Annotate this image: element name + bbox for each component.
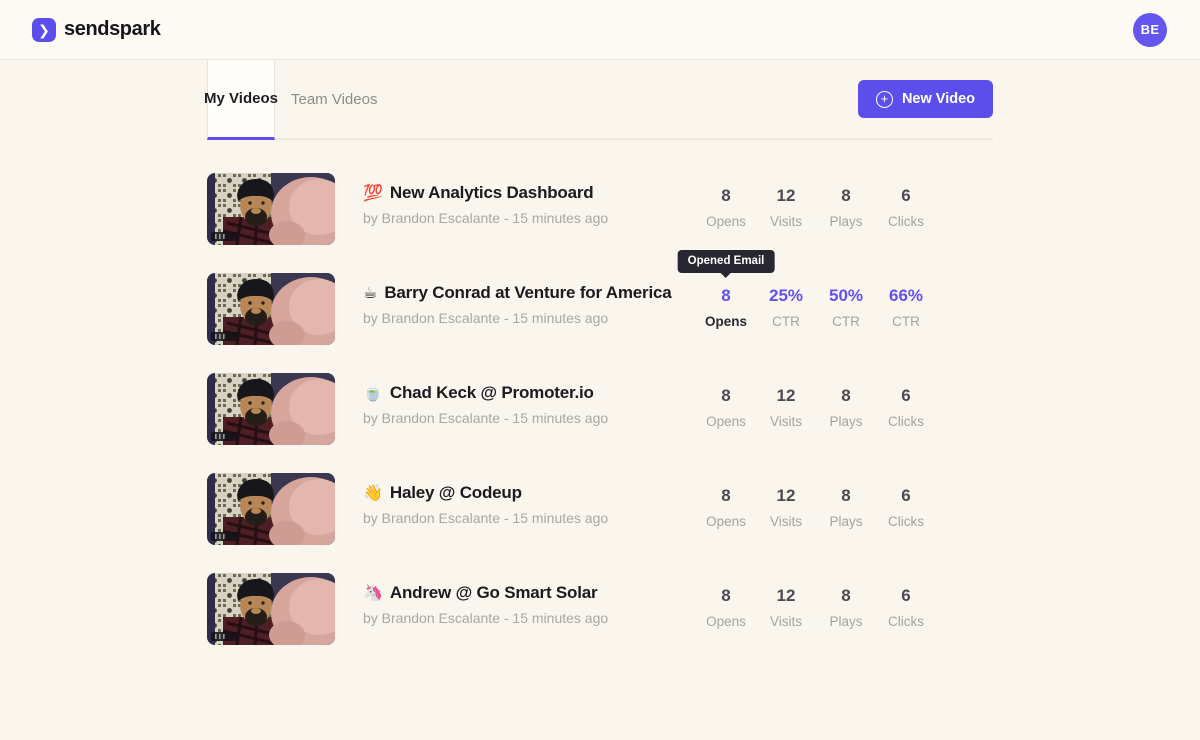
stat-plays[interactable]: 8Plays [816, 373, 876, 445]
stat-opens[interactable]: 8Opens [696, 573, 756, 645]
stat-plays[interactable]: 8Plays [816, 573, 876, 645]
tab-team-videos[interactable]: Team Videos [275, 60, 393, 138]
tab-my-videos[interactable]: My Videos [207, 60, 275, 140]
video-info: 👋 Haley @ Codeup by Brandon Escalante - … [335, 473, 696, 545]
video-stats: 8Opens 12Visits 8Plays 6Clicks [696, 173, 936, 245]
video-thumbnail[interactable] [207, 473, 335, 545]
stat-play-ctr[interactable]: 50%CTR [816, 273, 876, 345]
stat-opens[interactable]: 8Opens [696, 473, 756, 545]
video-info: ☕ Barry Conrad at Venture for America by… [335, 273, 696, 345]
stat-plays[interactable]: 8Plays [816, 473, 876, 545]
video-list: 💯 New Analytics Dashboard by Brandon Esc… [207, 173, 993, 673]
video-info: 🦄 Andrew @ Go Smart Solar by Brandon Esc… [335, 573, 696, 645]
stat-plays[interactable]: 8Plays [816, 173, 876, 245]
video-row[interactable]: 🦄 Andrew @ Go Smart Solar by Brandon Esc… [207, 573, 993, 645]
sendspark-app: ❯ sendspark BE My Videos Team Videos + N… [0, 0, 1200, 740]
video-stats: 8Opens 12Visits 8Plays 6Clicks [696, 573, 936, 645]
plus-circle-icon: + [876, 91, 893, 108]
video-thumbnail[interactable] [207, 273, 335, 345]
new-video-label: New Video [902, 91, 975, 107]
stat-clicks[interactable]: 6Clicks [876, 573, 936, 645]
video-title[interactable]: New Analytics Dashboard [390, 183, 594, 203]
video-emoji: ☕ [363, 283, 377, 303]
user-avatar[interactable]: BE [1133, 13, 1167, 47]
video-title[interactable]: Chad Keck @ Promoter.io [390, 383, 594, 403]
opened-email-tooltip: Opened Email [678, 250, 775, 273]
stat-clicks[interactable]: 6Clicks [876, 373, 936, 445]
video-byline: by Brandon Escalante - 15 minutes ago [363, 510, 696, 526]
stat-visit-ctr[interactable]: 25%CTR [756, 273, 816, 345]
video-row[interactable]: 💯 New Analytics Dashboard by Brandon Esc… [207, 173, 993, 245]
stat-clicks[interactable]: 6Clicks [876, 473, 936, 545]
video-row[interactable]: 🍵 Chad Keck @ Promoter.io by Brandon Esc… [207, 373, 993, 445]
stat-visits[interactable]: 12Visits [756, 473, 816, 545]
stat-opens[interactable]: 8Opens [696, 173, 756, 245]
video-thumbnail[interactable] [207, 373, 335, 445]
top-header: ❯ sendspark BE [0, 0, 1200, 60]
video-title[interactable]: Andrew @ Go Smart Solar [390, 583, 598, 603]
video-stats: 8Opens 12Visits 8Plays 6Clicks [696, 373, 936, 445]
video-emoji: 💯 [363, 183, 383, 203]
video-thumbnail[interactable] [207, 573, 335, 645]
video-info: 🍵 Chad Keck @ Promoter.io by Brandon Esc… [335, 373, 696, 445]
brand-wordmark: sendspark [64, 18, 160, 41]
stat-visits[interactable]: 12Visits [756, 173, 816, 245]
video-row[interactable]: ☕ Barry Conrad at Venture for America by… [207, 273, 993, 345]
webcam-video-frame [207, 173, 335, 245]
video-tabbar: My Videos Team Videos + New Video [207, 60, 993, 140]
webcam-video-frame [207, 273, 335, 345]
video-stats: 8Opens 12Visits 8Plays 6Clicks [696, 473, 936, 545]
webcam-video-frame [207, 473, 335, 545]
new-video-button[interactable]: + New Video [858, 80, 993, 118]
video-byline: by Brandon Escalante - 15 minutes ago [363, 610, 696, 626]
video-byline: by Brandon Escalante - 15 minutes ago [363, 310, 696, 326]
webcam-video-frame [207, 573, 335, 645]
stat-visits[interactable]: 12Visits [756, 573, 816, 645]
stat-clicks[interactable]: 6Clicks [876, 173, 936, 245]
stat-click-ctr[interactable]: 66%CTR [876, 273, 936, 345]
video-byline: by Brandon Escalante - 15 minutes ago [363, 410, 696, 426]
stat-opens[interactable]: 8Opens [696, 273, 756, 345]
video-info: 💯 New Analytics Dashboard by Brandon Esc… [335, 173, 696, 245]
stat-opens[interactable]: 8Opens [696, 373, 756, 445]
video-stats: Opened Email 8Opens 25%CTR 50%CTR 66%CTR [696, 273, 936, 345]
video-emoji: 👋 [363, 483, 383, 503]
sendspark-logo-icon: ❯ [32, 18, 56, 42]
video-row[interactable]: 👋 Haley @ Codeup by Brandon Escalante - … [207, 473, 993, 545]
webcam-video-frame [207, 373, 335, 445]
video-title[interactable]: Haley @ Codeup [390, 483, 522, 503]
video-emoji: 🍵 [363, 383, 383, 403]
video-title[interactable]: Barry Conrad at Venture for America [384, 283, 671, 303]
video-thumbnail[interactable] [207, 173, 335, 245]
video-emoji: 🦄 [363, 583, 383, 603]
sendspark-logo[interactable]: ❯ sendspark [32, 18, 160, 42]
stat-visits[interactable]: 12Visits [756, 373, 816, 445]
video-byline: by Brandon Escalante - 15 minutes ago [363, 210, 696, 226]
